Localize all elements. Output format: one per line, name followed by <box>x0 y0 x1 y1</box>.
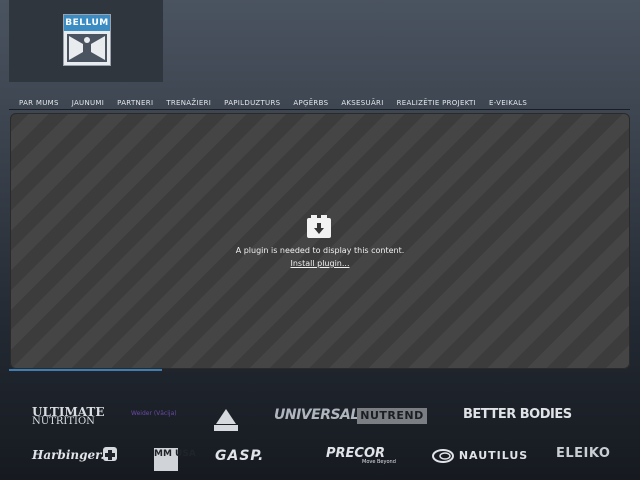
brand-nutrend[interactable]: NUTREND <box>357 408 427 424</box>
nav-item-papilduzturs[interactable]: PAPILDUZTURS <box>224 96 280 110</box>
nav-divider <box>9 109 630 110</box>
nav-item-aksesuari[interactable]: AKSESUĀRI <box>341 96 383 110</box>
bellum-logo[interactable]: BELLUM <box>63 14 111 66</box>
brand-better-bodies[interactable]: BETTER BODIES <box>463 407 572 422</box>
ultimate-line2: NUTRITION <box>32 416 95 427</box>
plugin-download-icon <box>307 215 331 238</box>
brand-lohsport[interactable] <box>212 408 240 432</box>
brand-harbinger[interactable]: Harbinger. <box>32 448 105 462</box>
logo-text: BELLUM <box>64 15 110 31</box>
plugin-message: A plugin is needed to display this conte… <box>235 246 405 255</box>
plugin-placeholder[interactable]: A plugin is needed to display this conte… <box>10 113 630 369</box>
lohsport-logo-icon <box>214 409 238 431</box>
slider-progress-indicator <box>9 369 162 371</box>
athlete-icon <box>67 34 107 62</box>
brand-weider[interactable]: Weider (Vācija) <box>131 410 177 417</box>
precor-tagline: Move Beyond <box>362 459 396 465</box>
nav-item-trenazieri[interactable]: TRENAŽIERI <box>166 96 211 110</box>
nav-item-apgerbs[interactable]: APĢĒRBS <box>293 96 328 110</box>
install-plugin-link[interactable]: Install plugin... <box>10 259 630 268</box>
brand-precor[interactable]: PRECOR Move Beyond <box>326 446 396 465</box>
brand-ultimate-nutrition[interactable]: ULTIMATE NUTRITION <box>32 406 104 427</box>
nav-item-e-veikals[interactable]: E-VEIKALS <box>489 96 527 110</box>
nautilus-swirl-icon <box>432 449 454 463</box>
brand-universal[interactable]: UNIVERSAL <box>274 407 359 423</box>
nav-item-par-mums[interactable]: PAR MUMS <box>19 96 59 110</box>
nav-item-jaunumi[interactable]: JAUNUMI <box>72 96 104 110</box>
brand-gasp[interactable]: GASP. <box>215 448 264 464</box>
nav-item-realizetie-projekti[interactable]: REALIZĒTIE PROJEKTI <box>397 96 476 110</box>
brand-mm-usa[interactable]: MM USA <box>154 448 196 471</box>
harbinger-cross-icon <box>103 447 117 461</box>
nav-item-partneri[interactable]: PARTNERI <box>117 96 153 110</box>
nautilus-name: NAUTILUS <box>458 449 529 462</box>
main-nav: PAR MUMS JAUNUMI PARTNERI TRENAŽIERI PAP… <box>19 96 540 110</box>
brand-nautilus[interactable]: NAUTILUS <box>432 449 528 463</box>
brand-eleiko[interactable]: ELEIKO <box>556 446 610 461</box>
